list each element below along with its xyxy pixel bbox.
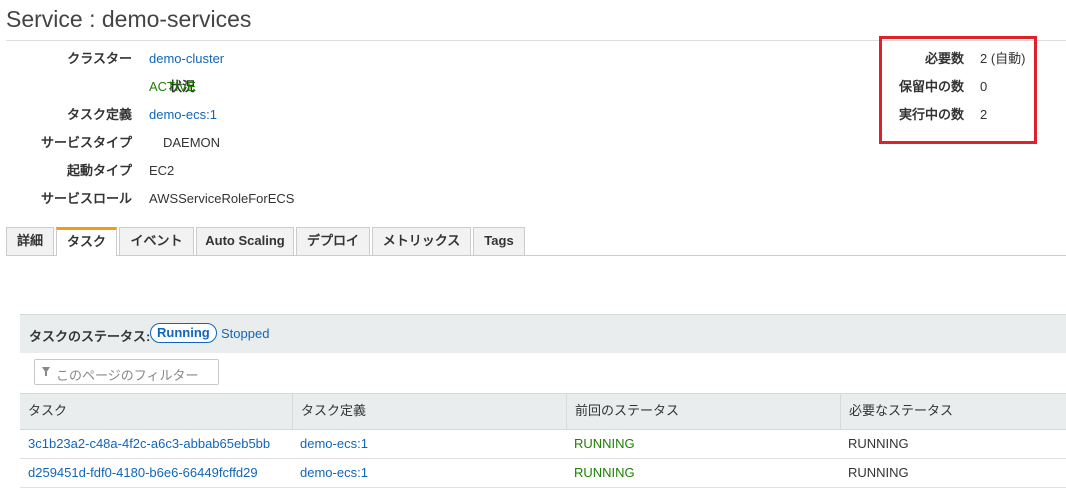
tab-events[interactable]: イベント (119, 227, 194, 255)
task-id-link[interactable]: d259451d-fdf0-4180-b6e6-66449fcffd29 (20, 459, 258, 486)
last-status-value: RUNNING (574, 436, 635, 451)
filter-icon-stem (45, 372, 47, 376)
filter-area: このページのフィルター (20, 353, 1066, 393)
service-role-value: AWSServiceRoleForECS (149, 191, 295, 206)
task-definition-link[interactable]: demo-ecs:1 (292, 459, 368, 486)
tab-tasks[interactable]: タスク (56, 227, 117, 256)
filter-placeholder: このページのフィルター (56, 368, 199, 383)
column-header-desired-status[interactable]: 必要なステータス (840, 394, 1066, 429)
last-status-value: RUNNING (574, 465, 635, 480)
detail-label-launch-type: 起動タイプ (66, 163, 132, 178)
desired-status-value: RUNNING (848, 465, 909, 480)
table-row: d259451d-fdf0-4180-b6e6-66449fcffd29 dem… (20, 459, 1066, 488)
task-definition-link[interactable]: demo-ecs:1 (292, 430, 368, 457)
column-header-task[interactable]: タスク (20, 394, 292, 429)
desired-status-value: RUNNING (848, 436, 909, 451)
filter-stopped-link[interactable]: Stopped (221, 326, 269, 341)
highlight-box (879, 36, 1037, 144)
detail-label-service-type: サービスタイプ (40, 135, 132, 150)
tab-deploy[interactable]: デプロイ (296, 227, 370, 255)
tab-tags[interactable]: Tags (473, 227, 525, 255)
tab-bar: 詳細 タスク イベント Auto Scaling デプロイ メトリックス Tag… (6, 227, 1066, 256)
service-type-value: DAEMON (163, 135, 221, 150)
tab-auto-scaling[interactable]: Auto Scaling (196, 227, 294, 255)
tasks-table-header: タスク タスク定義 前回のステータス 必要なステータス (20, 393, 1066, 430)
tab-metrics[interactable]: メトリックス (372, 227, 471, 255)
detail-row-service-role: サービスロール AWSServiceRoleForECS (0, 190, 1066, 208)
filter-running-button[interactable]: Running (150, 323, 217, 343)
launch-type-value: EC2 (149, 163, 175, 178)
page-filter-input[interactable]: このページのフィルター (34, 359, 219, 385)
detail-label-service-role: サービスロール (40, 191, 132, 206)
tasks-panel: タスクのステータス: Running Stopped このページのフィルター タ… (20, 314, 1066, 490)
column-header-last-status[interactable]: 前回のステータス (566, 394, 840, 429)
column-header-task-definition[interactable]: タスク定義 (292, 394, 566, 429)
table-row: 3c1b23a2-c48a-4f2c-a6c3-abbab65eb5bb dem… (20, 430, 1066, 459)
task-status-bar: タスクのステータス: Running Stopped (20, 314, 1066, 354)
tab-details[interactable]: 詳細 (6, 227, 54, 255)
task-status-label: タスクのステータス: (29, 329, 151, 344)
task-id-link[interactable]: 3c1b23a2-c48a-4f2c-a6c3-abbab65eb5bb (20, 430, 270, 457)
page-title: Service : demo-services (6, 6, 252, 32)
detail-row-launch-type: 起動タイプ EC2 (0, 162, 1066, 180)
